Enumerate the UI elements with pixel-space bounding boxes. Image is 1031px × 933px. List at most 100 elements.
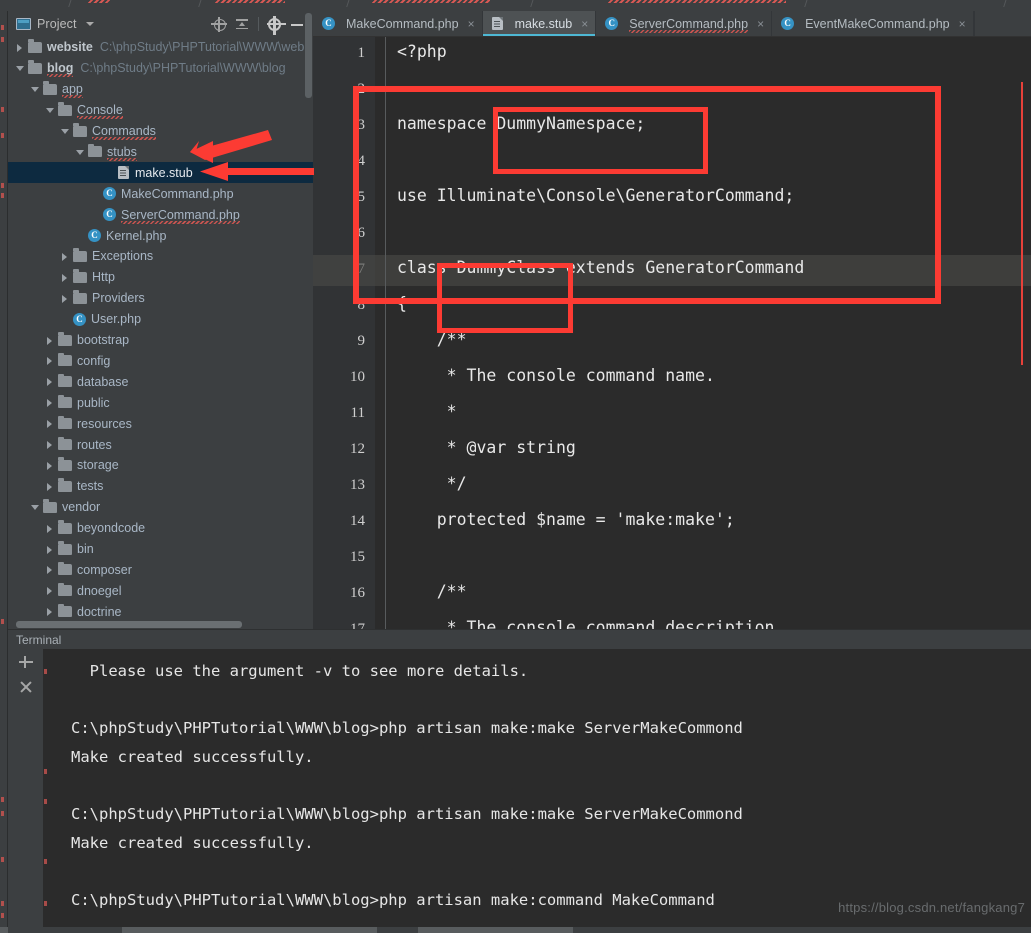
tree-item-bootstrap[interactable]: bootstrap (8, 330, 313, 351)
tree-item-commands[interactable]: Commands (8, 121, 313, 142)
chevron-right-icon[interactable] (44, 355, 56, 367)
folder-icon (58, 582, 72, 597)
editor-tab-eventmakecommand-php[interactable]: EventMakeCommand.php × (772, 11, 974, 36)
stub-file-icon (118, 166, 129, 180)
tree-item-makecommand-php[interactable]: MakeCommand.php (8, 183, 313, 204)
tree-item-label: Exceptions (92, 249, 154, 264)
editor-tab-make-stub[interactable]: make.stub × (482, 11, 597, 36)
chevron-down-icon[interactable] (59, 125, 71, 137)
chevron-right-icon[interactable] (44, 459, 56, 471)
project-horizontal-scrollbar[interactable] (8, 620, 313, 629)
chevron-right-icon[interactable] (44, 522, 56, 534)
close-tab-icon[interactable]: × (468, 18, 475, 30)
chevron-right-icon[interactable] (59, 250, 71, 262)
project-title-dropdown[interactable]: Project (16, 17, 94, 31)
tree-item-http[interactable]: Http (8, 267, 313, 288)
editor-tab-label: ServerCommand.php (629, 16, 749, 33)
tree-item-website[interactable]: website C:\phpStudy\PHPTutorial\WWW\web (8, 37, 313, 58)
tree-item-path: C:\phpStudy\PHPTutorial\WWW\web (99, 40, 305, 55)
editor-tab-servercommand-php[interactable]: ServerCommand.php × (596, 11, 773, 36)
minimize-icon[interactable] (290, 17, 304, 31)
chevron-down-icon[interactable] (29, 501, 41, 513)
tree-item-dnoegel[interactable]: dnoegel (8, 580, 313, 601)
tree-item-make-stub[interactable]: make.stub (8, 162, 313, 184)
chevron-down-icon[interactable] (74, 146, 86, 158)
tree-item-console[interactable]: Console (8, 100, 313, 121)
chevron-right-icon[interactable] (14, 41, 26, 53)
tool-window-strip[interactable] (0, 11, 8, 933)
tree-item-servercommand-php[interactable]: ServerCommand.php (8, 204, 313, 225)
chevron-down-icon[interactable] (44, 104, 56, 116)
tree-item-config[interactable]: config (8, 351, 313, 372)
error-stripe-marker[interactable] (1020, 82, 1023, 365)
chevron-right-icon[interactable] (59, 271, 71, 283)
chevron-right-icon[interactable] (44, 543, 56, 555)
close-tab-icon[interactable]: × (581, 18, 588, 30)
tree-item-exceptions[interactable]: Exceptions (8, 246, 313, 267)
tree-item-database[interactable]: database (8, 371, 313, 392)
project-vertical-scrollbar[interactable] (304, 11, 313, 629)
chevron-down-icon[interactable] (85, 22, 94, 26)
folder-icon (58, 603, 72, 618)
folder-icon (73, 269, 87, 283)
tree-item-public[interactable]: public (8, 392, 313, 413)
editor-tab-makecommand-php[interactable]: MakeCommand.php × (313, 11, 483, 36)
tree-item-blog[interactable]: blog C:\phpStudy\PHPTutorial\WWW\blog (8, 58, 313, 79)
chevron-right-icon[interactable] (44, 439, 56, 451)
code-line: * @var string (397, 438, 576, 457)
chevron-right-icon[interactable] (44, 480, 56, 492)
tree-item-bin[interactable]: bin (8, 539, 313, 560)
chevron-right-icon[interactable] (44, 334, 56, 346)
tree-item-providers[interactable]: Providers (8, 288, 313, 309)
chevron-right-icon[interactable] (44, 606, 56, 618)
close-tab-icon[interactable]: × (757, 18, 764, 30)
tree-item-routes[interactable]: routes (8, 434, 313, 455)
gear-icon[interactable] (266, 16, 286, 36)
chevron-right-icon[interactable] (44, 585, 56, 597)
scrollbar-thumb[interactable] (16, 621, 242, 628)
chevron-right-icon[interactable] (44, 397, 56, 409)
project-file-tree[interactable]: website C:\phpStudy\PHPTutorial\WWW\web bl… (8, 37, 313, 629)
tree-item-storage[interactable]: storage (8, 455, 313, 476)
tree-item-kernel-php[interactable]: Kernel.php (8, 225, 313, 246)
tree-item-beyondcode[interactable]: beyondcode (8, 518, 313, 539)
folder-icon (58, 541, 72, 555)
close-session-icon[interactable] (18, 679, 34, 695)
terminal-console[interactable]: Please use the argument -v to see more d… (43, 649, 1031, 933)
new-session-icon[interactable] (18, 654, 34, 670)
code-editor[interactable]: 1234567891011121314151617 <?phpnamespace… (313, 37, 1031, 629)
chevron-right-icon[interactable] (59, 292, 71, 304)
php-class-icon (322, 17, 335, 30)
tree-item-vendor[interactable]: vendor (8, 497, 313, 518)
tree-item-label: routes (77, 437, 112, 452)
scrollbar-thumb[interactable] (305, 13, 312, 98)
chevron-right-icon[interactable] (44, 564, 56, 576)
tree-item-label: config (77, 353, 111, 368)
chevron-right-icon[interactable] (44, 418, 56, 430)
tree-item-label: resources (77, 416, 132, 431)
tree-item-stubs[interactable]: stubs (8, 142, 313, 163)
chevron-right-icon[interactable] (44, 376, 56, 388)
folder-icon (73, 290, 87, 304)
ide-window: Project website C:\phpStudy\PHPTutorial\W… (0, 0, 1031, 933)
chevron-down-icon[interactable] (14, 62, 26, 74)
folder-icon (58, 520, 72, 534)
close-tab-icon[interactable]: × (959, 18, 966, 30)
folder-icon (43, 499, 57, 513)
php-class-icon (73, 312, 86, 326)
terminal-line: Please use the argument -v to see more d… (71, 662, 529, 680)
tree-item-label: Http (92, 270, 115, 285)
tree-item-app[interactable]: app (8, 79, 313, 100)
editor-tab-label: EventMakeCommand.php (805, 16, 950, 31)
tree-item-composer[interactable]: composer (8, 560, 313, 581)
editor-tab-label: MakeCommand.php (346, 16, 459, 31)
editor-tab-bar[interactable]: MakeCommand.php×make.stub×ServerCommand.… (313, 11, 1031, 37)
folder-icon (58, 436, 72, 451)
chevron-down-icon[interactable] (29, 83, 41, 95)
tree-item-tests[interactable]: tests (8, 476, 313, 497)
locate-file-icon[interactable] (211, 16, 227, 32)
tree-item-user-php[interactable]: User.php (8, 309, 313, 330)
collapse-all-icon[interactable] (235, 17, 249, 31)
tree-item-resources[interactable]: resources (8, 413, 313, 434)
tree-item-label: make.stub (135, 165, 193, 180)
